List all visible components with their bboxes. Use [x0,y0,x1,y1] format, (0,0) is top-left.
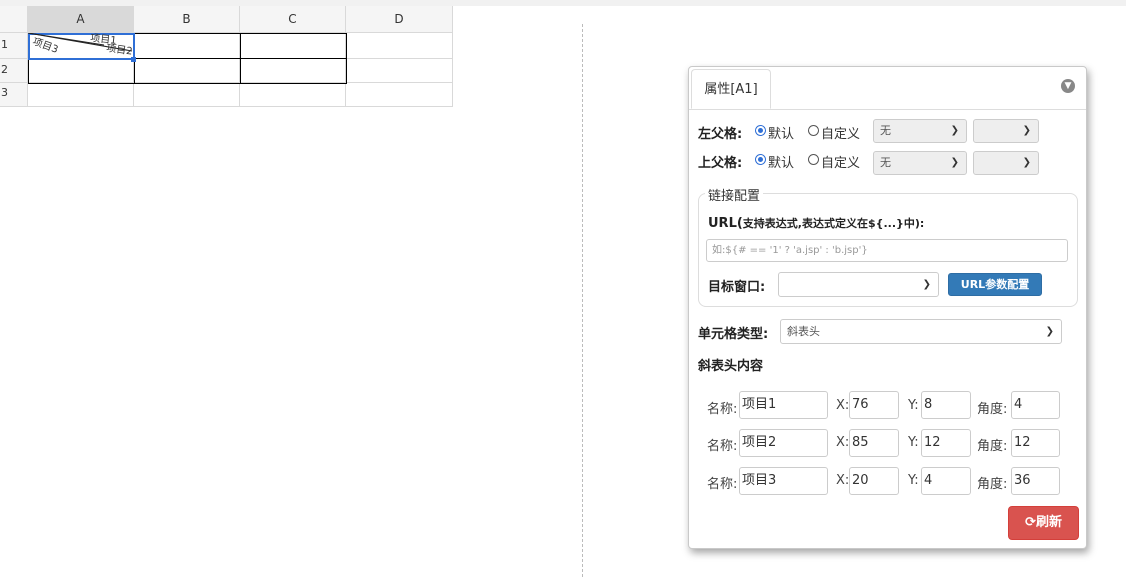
column-header-b[interactable]: B [134,6,240,33]
corner-cell[interactable] [0,6,28,33]
column-header-c[interactable]: C [240,6,346,33]
row-header-3[interactable]: 3 [0,83,28,107]
item1-angle-input[interactable]: 4 [1011,391,1060,419]
cell-b3[interactable] [134,83,240,107]
top-parent-custom-radio[interactable] [808,154,819,165]
left-parent-default-label[interactable]: 默认 [768,123,794,142]
refresh-button[interactable]: ⟳刷新 [1008,506,1079,540]
column-header-a[interactable]: A [28,6,134,33]
left-parent-custom-radio[interactable] [808,125,819,136]
left-parent-select-value: 无 [880,124,891,137]
row-header-2[interactable]: 2 [0,59,28,83]
angle-label: 角度: [977,477,1008,492]
chevron-down-icon: ❯ [950,125,959,136]
x-label: X: [836,473,850,488]
name-label: 名称: [707,402,738,417]
item1-y-input[interactable]: 8 [921,391,971,419]
chevron-down-icon: ❯ [1022,125,1031,136]
item2-x-input[interactable]: 85 [849,429,899,457]
cell-c3[interactable] [240,83,346,107]
x-label: X: [836,435,850,450]
property-panel: 属性[A1] ▼ 左父格: 默认 自定义 无 ❯ ❯ 上父格: 默认 自定义 无… [688,66,1087,549]
top-parent-select[interactable]: 无 ❯ [873,151,967,175]
diagonal-header-drawing: 项目3 项目1 项目2 [28,33,134,58]
bordered-range-vline-2 [240,33,241,84]
diagonal-label-item2: 项目2 [106,42,134,58]
panel-tab-bar: 属性[A1] ▼ [689,67,1086,110]
item3-name-input[interactable]: 项目3 [739,467,828,495]
left-parent-default-radio[interactable] [755,125,766,136]
cell-d2[interactable] [346,59,453,83]
url-label: URL(支持表达式,表达式定义在${...}中): [708,215,924,231]
y-label: Y: [908,398,919,413]
diag-content-title: 斜表头内容 [698,359,764,374]
angle-label: 角度: [977,402,1008,417]
refresh-icon: ⟳ [1025,515,1036,530]
chevron-down-icon: ❯ [1022,157,1031,168]
diagonal-label-item3: 项目3 [31,36,60,56]
cell-type-value: 斜表头 [787,325,820,338]
name-label: 名称: [707,439,738,454]
top-parent-select-2[interactable]: ❯ [973,151,1039,175]
column-header-d[interactable]: D [346,6,453,33]
link-config-legend: 链接配置 [705,185,764,204]
row-header-1[interactable]: 1 [0,33,28,59]
item3-angle-input[interactable]: 36 [1011,467,1060,495]
cell-type-select[interactable]: 斜表头 ❯ [780,319,1062,344]
cell-type-label: 单元格类型: [698,327,769,342]
left-parent-custom-label[interactable]: 自定义 [821,123,860,142]
target-window-select[interactable]: ❯ [778,272,939,297]
refresh-label: 刷新 [1035,515,1062,530]
item2-angle-input[interactable]: 12 [1011,429,1060,457]
url-label-bold: URL( [708,216,743,231]
url-input[interactable]: 如:${# == '1' ? 'a.jsp' : 'b.jsp'} [706,239,1068,262]
chevron-down-icon: ❯ [922,279,931,290]
item1-x-input[interactable]: 76 [849,391,899,419]
angle-label: 角度: [977,439,1008,454]
tab-properties[interactable]: 属性[A1] [691,69,771,109]
name-label: 名称: [707,477,738,492]
chevron-down-icon: ❯ [950,157,959,168]
top-parent-custom-label[interactable]: 自定义 [821,152,860,171]
url-params-button[interactable]: URL参数配置 [948,273,1042,296]
cell-d3[interactable] [346,83,453,107]
y-label: Y: [908,473,919,488]
item3-x-input[interactable]: 20 [849,467,899,495]
collapse-icon[interactable]: ▼ [1061,79,1075,93]
top-parent-default-radio[interactable] [755,154,766,165]
chevron-down-icon: ❯ [1045,326,1054,337]
top-parent-label: 上父格: [698,156,743,171]
cell-d1[interactable] [346,33,453,59]
left-parent-select[interactable]: 无 ❯ [873,119,967,143]
top-parent-select-value: 无 [880,156,891,169]
item1-name-input[interactable]: 项目1 [739,391,828,419]
item3-y-input[interactable]: 4 [921,467,971,495]
target-window-label: 目标窗口: [708,280,766,295]
url-label-rest: 支持表达式,表达式定义在${...}中): [742,217,925,230]
item2-name-input[interactable]: 项目2 [739,429,828,457]
top-parent-default-label[interactable]: 默认 [768,152,794,171]
left-parent-select-2[interactable]: ❯ [973,119,1039,143]
item2-y-input[interactable]: 12 [921,429,971,457]
x-label: X: [836,398,850,413]
left-parent-label: 左父格: [698,127,743,142]
cell-a3[interactable] [28,83,134,107]
y-label: Y: [908,435,919,450]
pane-divider [582,24,583,577]
